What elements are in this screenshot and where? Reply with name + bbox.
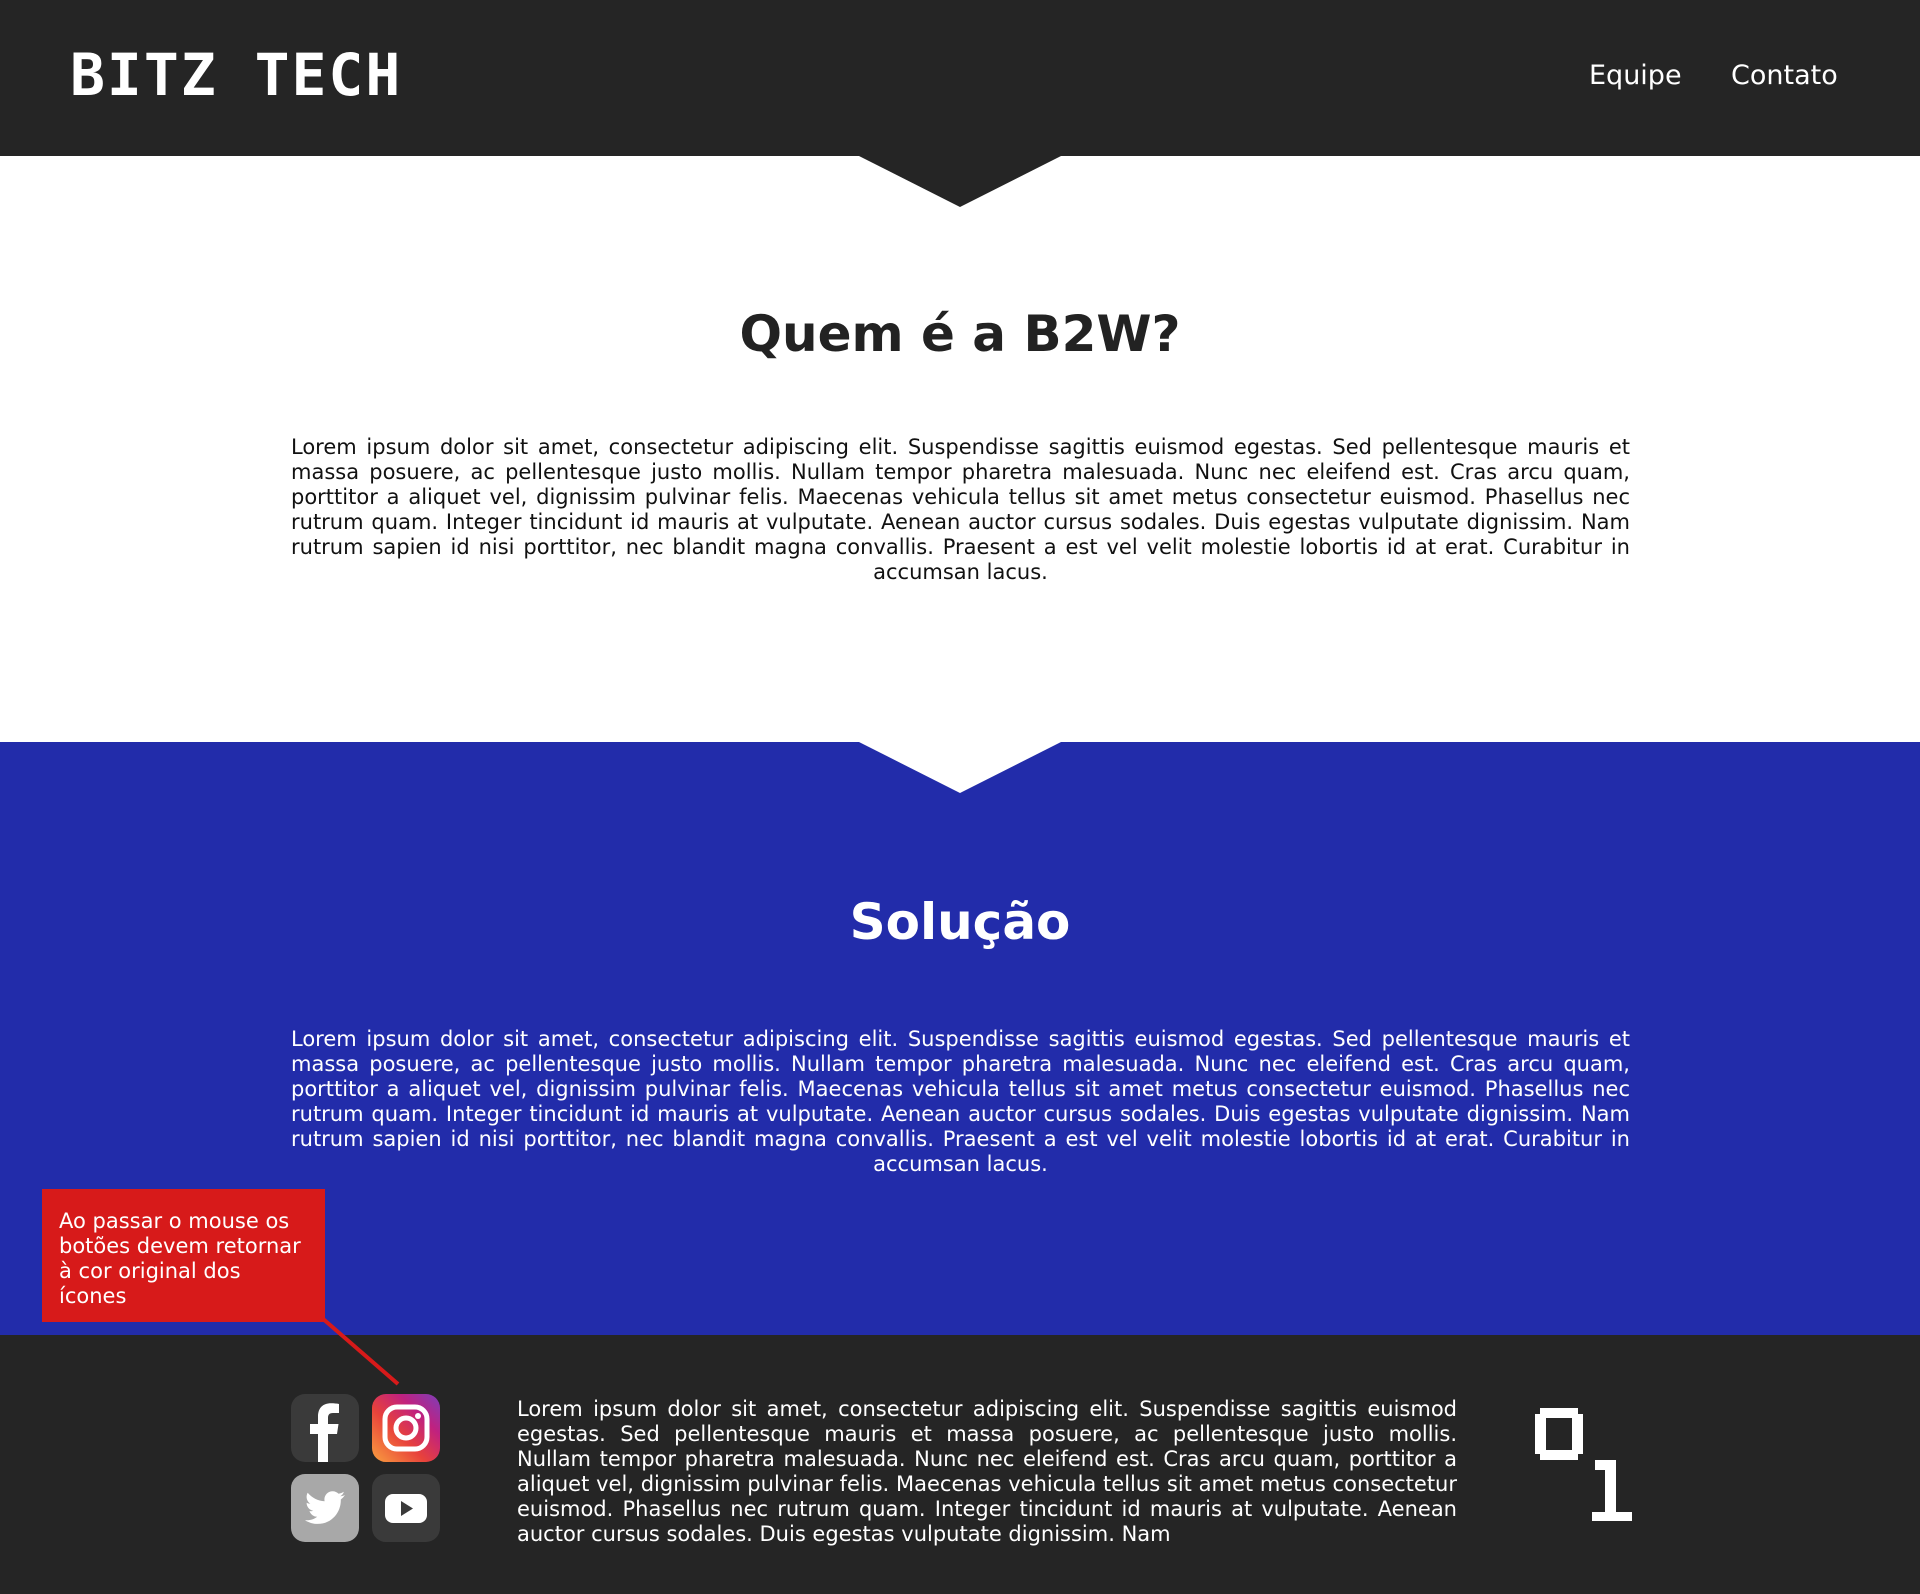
header-arrow-decoration bbox=[857, 155, 1063, 207]
footer-paragraph: Lorem ipsum dolor sit amet, consectetur … bbox=[517, 1397, 1457, 1546]
twitter-icon bbox=[305, 1491, 345, 1524]
nav-link-equipe[interactable]: Equipe bbox=[1589, 58, 1682, 94]
facebook-icon bbox=[310, 1403, 339, 1462]
about-title: Quem é a B2W? bbox=[739, 305, 1181, 363]
youtube-button[interactable] bbox=[372, 1474, 440, 1542]
about-paragraph: Lorem ipsum dolor sit amet, consectetur … bbox=[291, 435, 1630, 584]
section-arrow-decoration bbox=[857, 741, 1063, 793]
instagram-icon bbox=[382, 1404, 430, 1452]
solution-paragraph: Lorem ipsum dolor sit amet, consectetur … bbox=[291, 1027, 1630, 1176]
brand-logo[interactable]: BITZ TECH bbox=[70, 40, 402, 110]
binary-01-logo bbox=[1535, 1408, 1632, 1521]
solution-title: Solução bbox=[849, 893, 1071, 951]
instagram-button[interactable] bbox=[372, 1394, 440, 1462]
youtube-icon bbox=[385, 1494, 427, 1523]
facebook-button[interactable] bbox=[291, 1394, 359, 1462]
nav-link-contato[interactable]: Contato bbox=[1731, 58, 1838, 94]
twitter-button[interactable] bbox=[291, 1474, 359, 1542]
annotation-callout: Ao passar o mouse os botões devem retorn… bbox=[42, 1189, 325, 1322]
site-header: BITZ TECH Equipe Contato bbox=[0, 0, 1920, 156]
